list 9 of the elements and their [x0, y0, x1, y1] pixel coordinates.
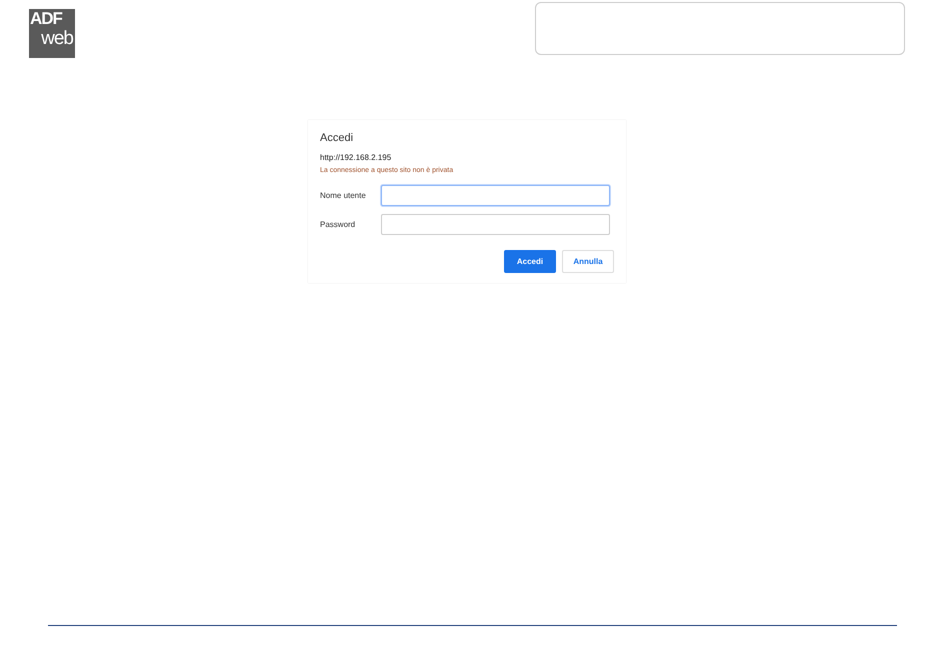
site-address: http://192.168.2.195 — [320, 153, 392, 162]
input-field[interactable] — [381, 185, 610, 206]
field-label: Nome utente — [320, 191, 367, 200]
cancel-button[interactable]: Annulla — [562, 250, 614, 273]
dialog-title: Accedi — [320, 132, 354, 144]
login-button[interactable]: Accedi — [504, 250, 556, 273]
input-field[interactable] — [381, 214, 610, 235]
logo: ADF web — [29, 9, 75, 58]
field-label: Password — [320, 220, 356, 229]
